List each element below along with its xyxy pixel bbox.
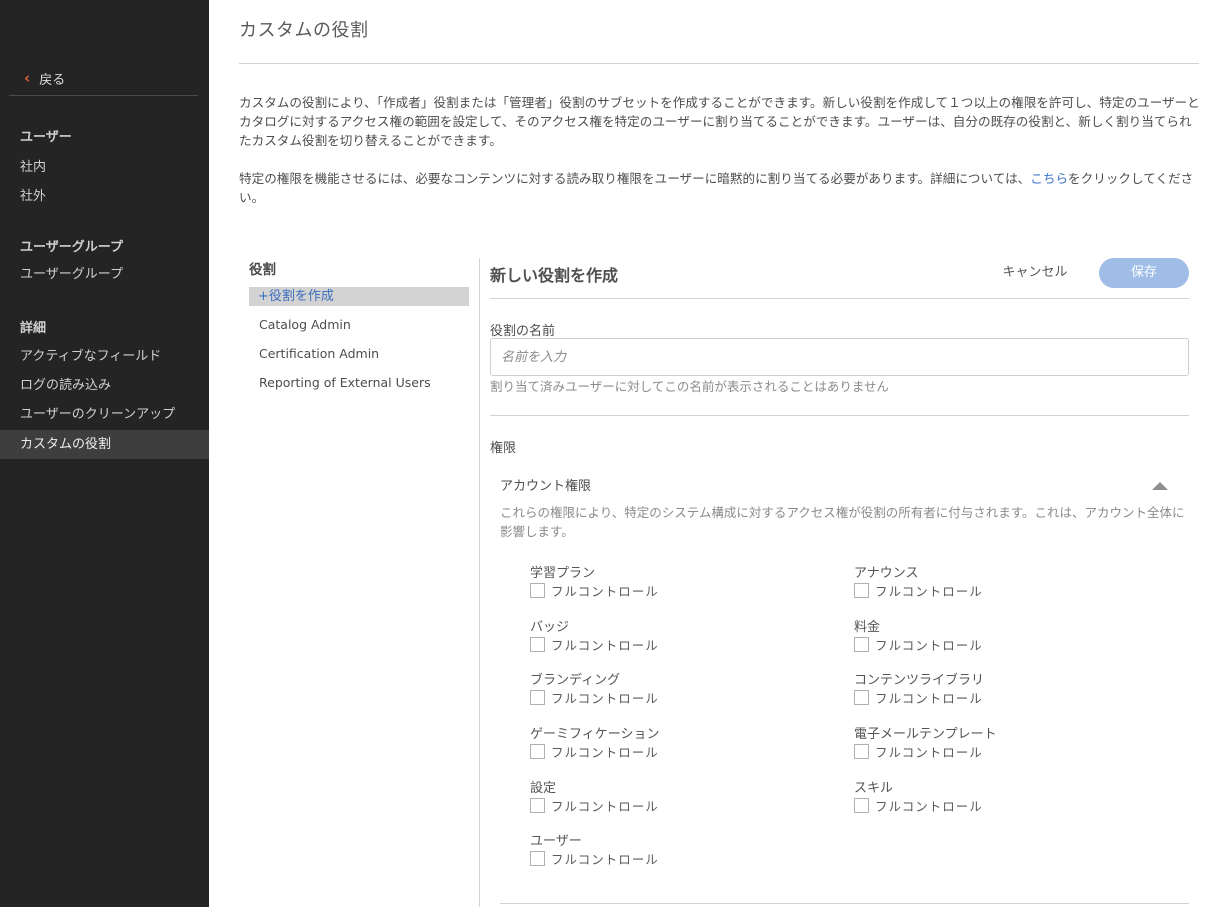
collapse-up-icon[interactable] xyxy=(1152,482,1168,490)
full-control-checkbox[interactable] xyxy=(854,583,869,598)
full-control-label: フルコントロール xyxy=(875,799,983,814)
permission-name: コンテンツライブラリ xyxy=(854,673,985,688)
sidebar-item-log-import[interactable]: ログの読み込み xyxy=(0,371,209,400)
intro-text: カスタムの役割により、「作成者」役割または「管理者」役割のサブセットを作成するこ… xyxy=(239,93,1201,226)
name-section-divider xyxy=(490,415,1189,416)
permission-name: 電子メールテンプレート xyxy=(854,727,997,742)
roles-list-title: 役割 xyxy=(249,262,276,278)
full-control-label: フルコントロール xyxy=(551,691,659,706)
permission-name: スキル xyxy=(854,781,894,796)
sidebar-item-user-cleanup[interactable]: ユーザーのクリーンアップ xyxy=(0,400,209,429)
sidebar-item-internal[interactable]: 社内 xyxy=(0,153,209,182)
full-control-option[interactable]: フルコントロール xyxy=(530,581,659,600)
full-control-label: フルコントロール xyxy=(875,638,983,653)
permission-name: バッジ xyxy=(530,620,570,635)
permission-name: 学習プラン xyxy=(530,566,596,581)
permission-gamification: ゲーミフィケーション フルコントロール xyxy=(530,723,790,763)
full-control-option[interactable]: フルコントロール xyxy=(854,635,983,654)
permission-announcements: アナウンス フルコントロール xyxy=(854,562,1114,602)
full-control-label: フルコントロール xyxy=(875,745,983,760)
full-control-checkbox[interactable] xyxy=(854,744,869,759)
permission-name: ゲーミフィケーション xyxy=(530,727,660,742)
role-name-label: 役割の名前 xyxy=(490,324,556,339)
permission-name: ブランディング xyxy=(530,673,621,688)
sidebar-item-external[interactable]: 社外 xyxy=(0,182,209,211)
save-button[interactable]: 保存 xyxy=(1099,258,1189,288)
sidebar-heading-user-groups: ユーザーグループ xyxy=(20,240,123,255)
full-control-checkbox[interactable] xyxy=(854,637,869,652)
full-control-checkbox[interactable] xyxy=(530,690,545,705)
full-control-checkbox[interactable] xyxy=(530,583,545,598)
full-control-label: フルコントロール xyxy=(551,852,659,867)
full-control-option[interactable]: フルコントロール xyxy=(530,849,659,868)
full-control-option[interactable]: フルコントロール xyxy=(530,688,659,707)
permission-branding: ブランディング フルコントロール xyxy=(530,669,790,709)
account-permissions-title: アカウント権限 xyxy=(500,479,592,494)
permission-pricing: 料金 フルコントロール xyxy=(854,616,1114,656)
permission-name: 設定 xyxy=(530,781,557,796)
title-divider xyxy=(239,63,1199,64)
sidebar-heading-advanced: 詳細 xyxy=(20,321,47,336)
role-item-certification-admin[interactable]: Certification Admin xyxy=(259,346,379,361)
full-control-option[interactable]: フルコントロール xyxy=(854,742,983,761)
permission-settings: 設定 フルコントロール xyxy=(530,777,790,817)
full-control-label: フルコントロール xyxy=(551,638,659,653)
permission-users: ユーザー フルコントロール xyxy=(530,830,790,870)
role-item-catalog-admin[interactable]: Catalog Admin xyxy=(259,317,351,332)
permission-name: 料金 xyxy=(854,620,881,635)
intro-paragraph-1: カスタムの役割により、「作成者」役割または「管理者」役割のサブセットを作成するこ… xyxy=(239,95,1200,148)
permission-content-library: コンテンツライブラリ フルコントロール xyxy=(854,669,1114,709)
account-permissions-description: これらの権限により、特定のシステム構成に対するアクセス権が役割の所有者に付与され… xyxy=(500,505,1185,539)
full-control-checkbox[interactable] xyxy=(854,798,869,813)
full-control-checkbox[interactable] xyxy=(530,744,545,759)
cancel-button[interactable]: キャンセル xyxy=(985,258,1085,287)
permission-name: ユーザー xyxy=(530,834,582,849)
full-control-label: フルコントロール xyxy=(551,745,659,760)
permission-email-templates: 電子メールテンプレート フルコントロール xyxy=(854,723,1114,763)
full-control-label: フルコントロール xyxy=(551,584,659,599)
account-permissions-header[interactable]: アカウント権限 xyxy=(490,470,1189,498)
back-button[interactable]: ‹ 戻る xyxy=(24,69,66,89)
create-role-button[interactable]: +役割を作成 xyxy=(249,287,469,306)
permission-skills: スキル フルコントロール xyxy=(854,777,1114,817)
full-control-option[interactable]: フルコントロール xyxy=(530,796,659,815)
role-name-input[interactable] xyxy=(490,338,1189,376)
sidebar-item-active-fields[interactable]: アクティブなフィールド xyxy=(0,342,209,371)
full-control-option[interactable]: フルコントロール xyxy=(530,742,659,761)
sidebar: ‹ 戻る ユーザー 社内 社外 ユーザーグループ ユーザーグループ 詳細 アクテ… xyxy=(0,0,209,907)
full-control-option[interactable]: フルコントロール xyxy=(854,796,983,815)
role-item-reporting-external[interactable]: Reporting of External Users xyxy=(259,375,431,390)
details-link[interactable]: こちら xyxy=(1030,171,1068,186)
back-label: 戻る xyxy=(39,73,66,88)
intro-paragraph-2-before: 特定の権限を機能させるには、必要なコンテンツに対する読み取り権限をユーザーに暗黙… xyxy=(239,171,1031,186)
role-name-hint: 割り当て済みユーザーに対してこの名前が表示されることはありません xyxy=(490,379,890,394)
permission-badges: バッジ フルコントロール xyxy=(530,616,790,656)
full-control-option[interactable]: フルコントロール xyxy=(530,635,659,654)
intro-paragraph-2: 特定の権限を機能させるには、必要なコンテンツに対する読み取り権限をユーザーに暗黙… xyxy=(239,169,1201,207)
permission-learning-plans: 学習プラン フルコントロール xyxy=(530,562,790,602)
panel-divider xyxy=(479,258,480,907)
permissions-label: 権限 xyxy=(490,441,517,456)
full-control-label: フルコントロール xyxy=(551,799,659,814)
form-title: 新しい役割を作成 xyxy=(490,266,619,285)
chevron-left-icon: ‹ xyxy=(24,69,31,87)
full-control-checkbox[interactable] xyxy=(530,637,545,652)
sidebar-item-custom-roles[interactable]: カスタムの役割 xyxy=(0,430,209,459)
sidebar-heading-users: ユーザー xyxy=(20,130,72,145)
full-control-label: フルコントロール xyxy=(875,691,983,706)
full-control-option[interactable]: フルコントロール xyxy=(854,581,983,600)
permission-name: アナウンス xyxy=(854,566,919,581)
full-control-option[interactable]: フルコントロール xyxy=(854,688,983,707)
full-control-checkbox[interactable] xyxy=(854,690,869,705)
form-divider xyxy=(490,298,1189,299)
page-title: カスタムの役割 xyxy=(239,20,369,41)
full-control-checkbox[interactable] xyxy=(530,851,545,866)
section-bottom-divider xyxy=(500,903,1189,904)
full-control-checkbox[interactable] xyxy=(530,798,545,813)
full-control-label: フルコントロール xyxy=(875,584,983,599)
sidebar-item-user-groups[interactable]: ユーザーグループ xyxy=(0,260,209,289)
sidebar-divider xyxy=(9,95,198,96)
